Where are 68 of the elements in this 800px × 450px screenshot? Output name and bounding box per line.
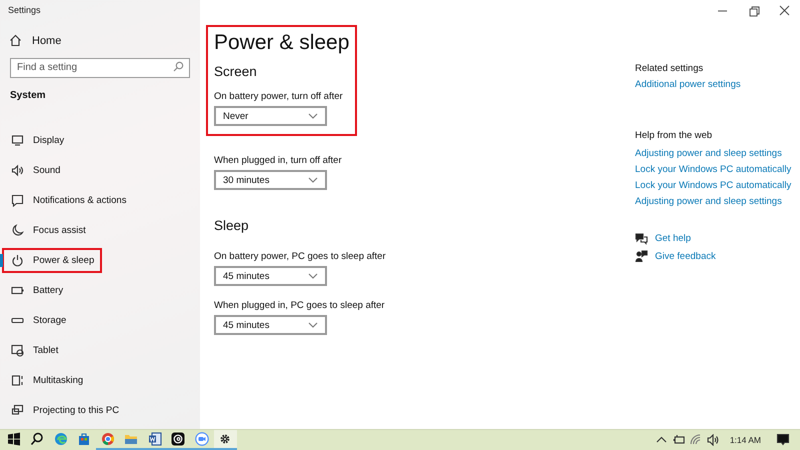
link[interactable]: Adjusting power and sleep settings xyxy=(635,196,782,207)
clock[interactable]: 1:14 AM xyxy=(730,435,761,445)
nav-item[interactable]: Display xyxy=(2,128,72,152)
setting-label: When plugged in, turn off after xyxy=(214,155,342,166)
moon-icon xyxy=(11,224,24,236)
message-icon xyxy=(11,194,24,206)
nav-item[interactable]: Tablet xyxy=(2,338,66,362)
nav-item[interactable]: Battery xyxy=(2,278,72,302)
nav-item[interactable]: Notifications & actions xyxy=(2,188,134,212)
chrome-icon xyxy=(100,432,115,446)
search-icon xyxy=(30,432,44,446)
dropdown[interactable]: Never xyxy=(214,106,327,126)
speaker-icon xyxy=(11,164,24,176)
multitasking-icon xyxy=(11,374,24,386)
chevron-down-icon xyxy=(308,113,318,119)
nav-item[interactable]: Focus assist xyxy=(2,218,94,242)
nav-item[interactable]: Sound xyxy=(2,158,68,182)
selection-indicator xyxy=(0,254,3,267)
nav-item[interactable]: Multitasking xyxy=(2,368,92,392)
setting-label: On battery power, PC goes to sleep after xyxy=(214,251,386,262)
link[interactable]: Give feedback xyxy=(655,251,716,262)
nav-item[interactable]: Power & sleep xyxy=(2,248,102,272)
link[interactable]: Get help xyxy=(655,233,691,244)
battery-icon[interactable] xyxy=(672,434,685,446)
chevron-down-icon xyxy=(308,273,318,279)
close-button[interactable] xyxy=(777,5,792,17)
link[interactable]: Lock your Windows PC automatically xyxy=(635,180,792,191)
projector-icon xyxy=(11,404,24,416)
setting-label: When plugged in, PC goes to sleep after xyxy=(214,300,385,311)
setting-label: On battery power, turn off after xyxy=(214,91,343,102)
page-title: Power & sleep xyxy=(214,31,350,55)
dropdown[interactable]: 45 minutes xyxy=(214,315,327,335)
taskbar-app-button[interactable] xyxy=(214,430,237,450)
chevron-down-icon xyxy=(308,177,318,183)
home-link[interactable]: Home xyxy=(9,34,62,47)
taskbar-app-button[interactable] xyxy=(166,430,190,450)
windows-logo-icon xyxy=(6,432,21,446)
folder-icon xyxy=(124,432,138,446)
wifi-icon[interactable] xyxy=(690,434,702,446)
power-icon xyxy=(11,254,24,266)
window-title: Settings xyxy=(7,4,41,17)
dropdown[interactable]: 30 minutes xyxy=(214,170,327,190)
document-icon xyxy=(148,432,162,446)
link[interactable]: Additional power settings xyxy=(635,79,741,90)
video-chat-icon xyxy=(194,432,209,446)
search-field[interactable]: Find a setting xyxy=(10,58,190,78)
gear-icon xyxy=(218,432,232,446)
search-icon xyxy=(173,61,184,72)
tablet-icon xyxy=(11,344,24,356)
person-icon xyxy=(635,250,648,263)
chat-bubbles-icon xyxy=(635,232,648,245)
section-heading: Screen xyxy=(214,64,257,79)
section-heading: Help from the web xyxy=(635,130,712,141)
section-heading: System xyxy=(10,90,46,101)
link[interactable]: Lock your Windows PC automatically xyxy=(635,164,792,175)
home-icon xyxy=(9,34,22,47)
display-icon xyxy=(11,134,24,146)
nav-item[interactable]: Storage xyxy=(2,308,74,332)
link[interactable]: Adjusting power and sleep settings xyxy=(635,148,782,159)
notification-icon[interactable] xyxy=(776,433,790,447)
nav-item[interactable]: Projecting to this PC xyxy=(2,398,128,422)
dropdown[interactable]: 45 minutes xyxy=(214,266,327,286)
section-heading: Related settings xyxy=(635,63,704,74)
shopping-bag-icon xyxy=(77,432,92,446)
speaker-icon[interactable] xyxy=(706,434,719,446)
edge-icon xyxy=(54,432,68,446)
chevron-down-icon xyxy=(308,322,318,328)
section-heading: Sleep xyxy=(214,218,249,233)
